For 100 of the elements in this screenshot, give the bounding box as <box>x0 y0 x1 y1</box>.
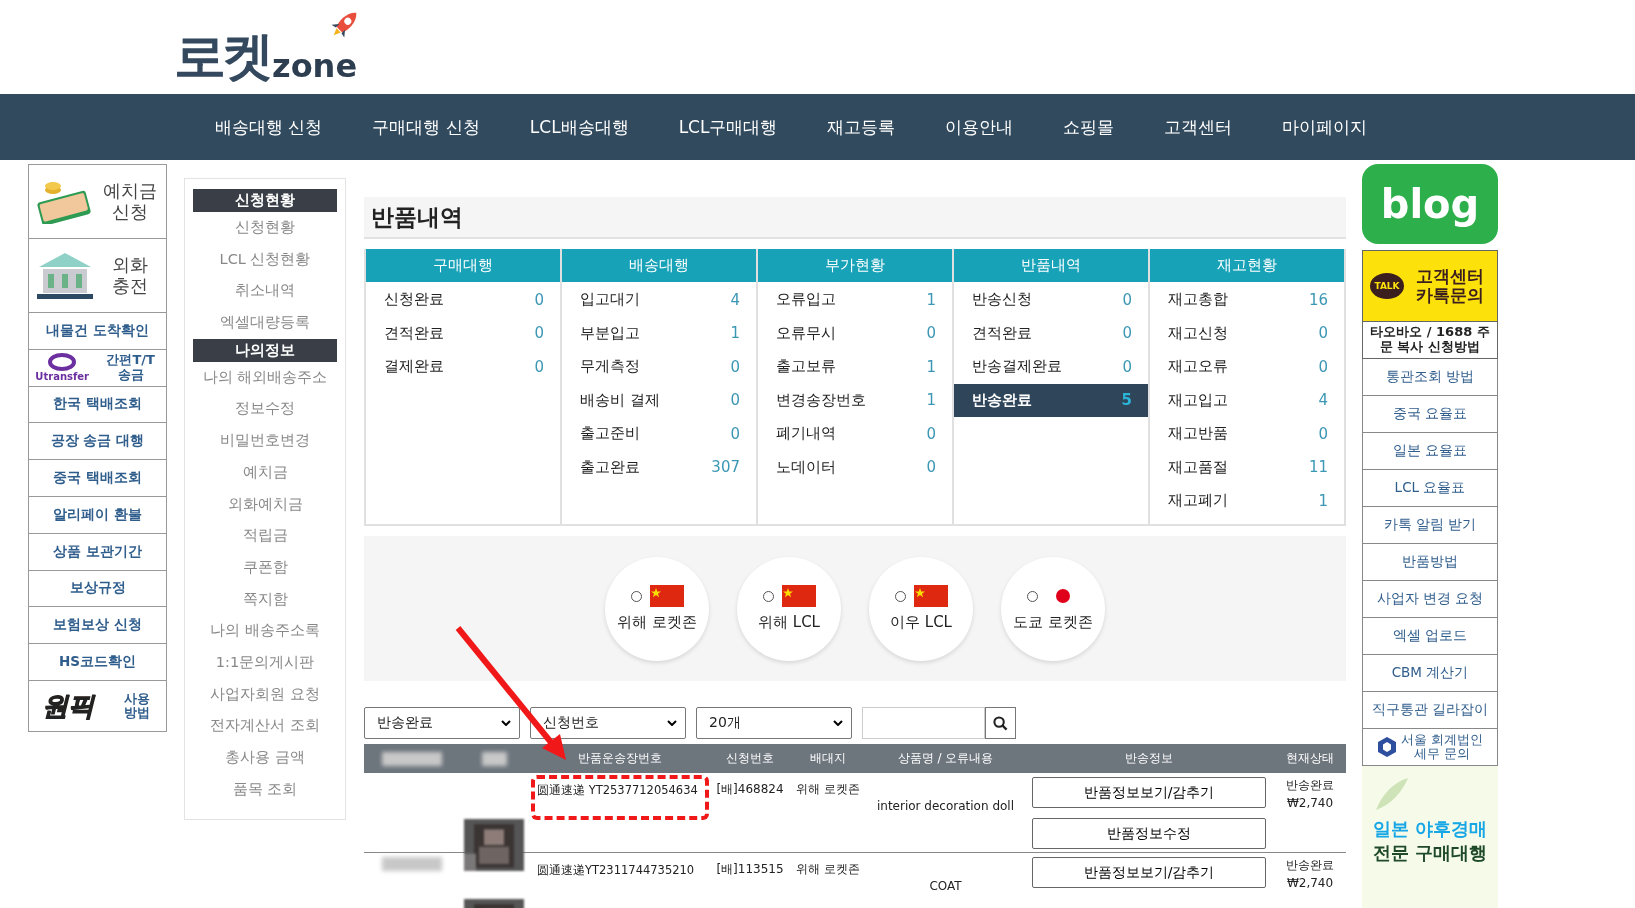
nav-link[interactable]: 쇼핑몰 <box>1038 115 1140 139</box>
status-item[interactable]: 출고준비 0 <box>562 417 756 451</box>
status-item[interactable]: 재고폐기 1 <box>1150 484 1344 518</box>
column-header: 배대지 <box>809 750 847 767</box>
status-item[interactable]: 폐기내역 0 <box>758 417 952 451</box>
return-info-button[interactable]: 반품정보보기/감추기 <box>1032 777 1266 808</box>
side-link[interactable]: LCL 요율표 <box>1362 469 1498 507</box>
nav-link[interactable]: 재고등록 <box>802 115 921 139</box>
side-link[interactable]: 일본 요율표 <box>1362 432 1498 470</box>
menu-item[interactable]: 나의 배송주소록 <box>193 615 337 647</box>
nav-link[interactable]: 마이페이지 <box>1257 115 1393 139</box>
side-link[interactable]: 통관조회 방법 <box>1362 358 1498 396</box>
status-item[interactable]: 재고입고 4 <box>1150 383 1344 417</box>
status-item[interactable]: 오류무시 0 <box>758 316 952 350</box>
side-link[interactable]: 보험보상 신청 <box>29 607 166 645</box>
side-link[interactable]: 보상규정 <box>29 570 166 608</box>
status-item[interactable]: 결제완료 0 <box>366 350 560 384</box>
status-heading: 구매대행 <box>366 249 560 282</box>
nav-link[interactable]: LCL구매대행 <box>653 115 803 139</box>
status-item[interactable]: 반송신청 0 <box>954 283 1148 317</box>
side-link[interactable]: 서울 회계법인 세무 문의 <box>1362 728 1498 766</box>
nav-link[interactable]: LCL배송대행 <box>504 115 654 139</box>
status-item[interactable]: 반송완료 5 <box>954 383 1148 417</box>
menu-item[interactable]: 엑셀대량등록 <box>193 307 337 339</box>
side-link[interactable]: 카톡 알림 받기 <box>1362 506 1498 544</box>
status-item[interactable]: 출고보류 1 <box>758 350 952 384</box>
side-link[interactable]: 반품방법 <box>1362 543 1498 581</box>
status-item[interactable]: 변경송장번호 1 <box>758 383 952 417</box>
status-item[interactable]: 부분입고 1 <box>562 316 756 350</box>
menu-item[interactable]: 품목 조회 <box>193 773 337 806</box>
side-link[interactable]: Utransfer 간편T/T 송금 <box>29 349 166 387</box>
status-item[interactable]: 입고대기 4 <box>562 283 756 317</box>
side-link[interactable]: 상품 보관기간 <box>29 533 166 571</box>
side-link[interactable]: 엑셀 업로드 <box>1362 617 1498 655</box>
status-item[interactable]: 재고오류 0 <box>1150 350 1344 384</box>
menu-item[interactable]: 나의 해외배송주소 <box>193 361 337 394</box>
status-item[interactable]: 배송비 결제 0 <box>562 383 756 417</box>
menu-heading: 나의정보 <box>193 338 337 362</box>
status-item[interactable]: 오류입고 1 <box>758 283 952 317</box>
menu-item[interactable]: 적립금 <box>193 520 337 552</box>
status-item[interactable]: 재고반품 0 <box>1150 417 1344 451</box>
status-item[interactable]: 신청완료 0 <box>366 283 560 317</box>
side-link[interactable]: 내물건 도착확인 <box>29 313 166 350</box>
logo-subtext[interactable]: zone <box>272 50 358 82</box>
menu-item[interactable]: 예치금 <box>193 456 337 489</box>
side-banner[interactable]: 예치금 신청 <box>29 165 166 239</box>
status-item[interactable]: 견적완료 0 <box>366 316 560 350</box>
menu-item[interactable]: 사업자회원 요청 <box>193 678 337 711</box>
side-link[interactable]: 직구통관 길라잡이 <box>1362 691 1498 729</box>
table-cell-text: [배]468824 <box>715 781 785 798</box>
status-item[interactable]: 출고완료 307 <box>562 450 756 484</box>
side-link[interactable]: 사업자 변경 요청 <box>1362 580 1498 618</box>
warehouse-option[interactable]: 위해 LCL <box>737 556 841 661</box>
nav-link[interactable]: 구매대행 신청 <box>347 115 505 139</box>
status-item[interactable]: 재고신청 0 <box>1150 316 1344 350</box>
status-item[interactable]: 재고품절 11 <box>1150 450 1344 484</box>
menu-item[interactable]: 전자계산서 조회 <box>193 710 337 742</box>
side-link[interactable]: 알리페이 환불 <box>29 497 166 534</box>
menu-item[interactable]: 신청현황 <box>193 212 337 244</box>
nav-link[interactable]: 배송대행 신청 <box>190 115 348 139</box>
menu-item[interactable]: 정보수정 <box>193 393 337 426</box>
logo-text[interactable]: 로켓 <box>174 30 270 82</box>
menu-item[interactable]: 총사용 금액 <box>193 742 337 774</box>
side-link[interactable]: CBM 계산기 <box>1362 654 1498 692</box>
menu-item[interactable]: 외화예치금 <box>193 488 337 521</box>
menu-item[interactable]: 쪽지함 <box>193 583 337 616</box>
column-header: 현재상태 <box>1285 750 1335 767</box>
status-item[interactable]: 노데이터 0 <box>758 450 952 484</box>
side-link[interactable]: 공장 송금 대행 <box>29 423 166 461</box>
status-item[interactable]: 무게측정 0 <box>562 350 756 384</box>
order-copy-banner[interactable]: 타오바오 / 1688 주문 복사 신청방법 <box>1362 322 1498 359</box>
warehouse-option[interactable]: 이우 LCL <box>869 556 973 661</box>
field-select[interactable]: 신청번호 <box>530 707 686 739</box>
table-cell-text: COAT <box>928 878 963 893</box>
return-info-button[interactable]: 반품정보수정 <box>1032 818 1266 849</box>
nav-link[interactable]: 이용안내 <box>920 115 1039 139</box>
table-cell-text: [배]113515 <box>715 861 785 878</box>
status-heading: 반품내역 <box>954 249 1148 282</box>
status-select[interactable]: 반송완료 <box>364 707 520 739</box>
side-link[interactable]: 중국 택배조회 <box>29 460 166 497</box>
side-link[interactable]: HS코드확인 <box>29 644 166 681</box>
return-info-button[interactable]: 반품정보보기/감추기 <box>1032 857 1266 888</box>
side-link[interactable]: 한국 택배조회 <box>29 386 166 424</box>
warehouse-option[interactable]: 도쿄 로켓존 <box>1001 556 1105 661</box>
status-item[interactable]: 반송결제완료 0 <box>954 350 1148 384</box>
page-size-select[interactable]: 20개 <box>696 707 852 739</box>
menu-item[interactable]: 취소내역 <box>193 275 337 308</box>
warehouse-option[interactable]: 위해 로켓존 <box>605 556 709 661</box>
side-banner[interactable]: 외화 충전 <box>29 239 166 313</box>
menu-item[interactable]: LCL 신청현황 <box>193 243 337 276</box>
auction-banner[interactable]: 일본 야후경매 전문 구매대행 <box>1362 765 1498 908</box>
status-item[interactable]: 견적완료 0 <box>954 316 1148 350</box>
menu-item[interactable]: 1:1문의게시판 <box>193 646 337 679</box>
status-item[interactable]: 재고총합 16 <box>1150 283 1344 317</box>
side-link[interactable]: 원픽 사용 방법 <box>29 680 166 732</box>
column-header: 신청번호 <box>725 750 775 767</box>
side-link[interactable]: 중국 요율표 <box>1362 395 1498 433</box>
menu-item[interactable]: 쿠폰함 <box>193 551 337 584</box>
menu-item[interactable]: 비밀번호변경 <box>193 425 337 457</box>
nav-link[interactable]: 고객센터 <box>1139 115 1258 139</box>
